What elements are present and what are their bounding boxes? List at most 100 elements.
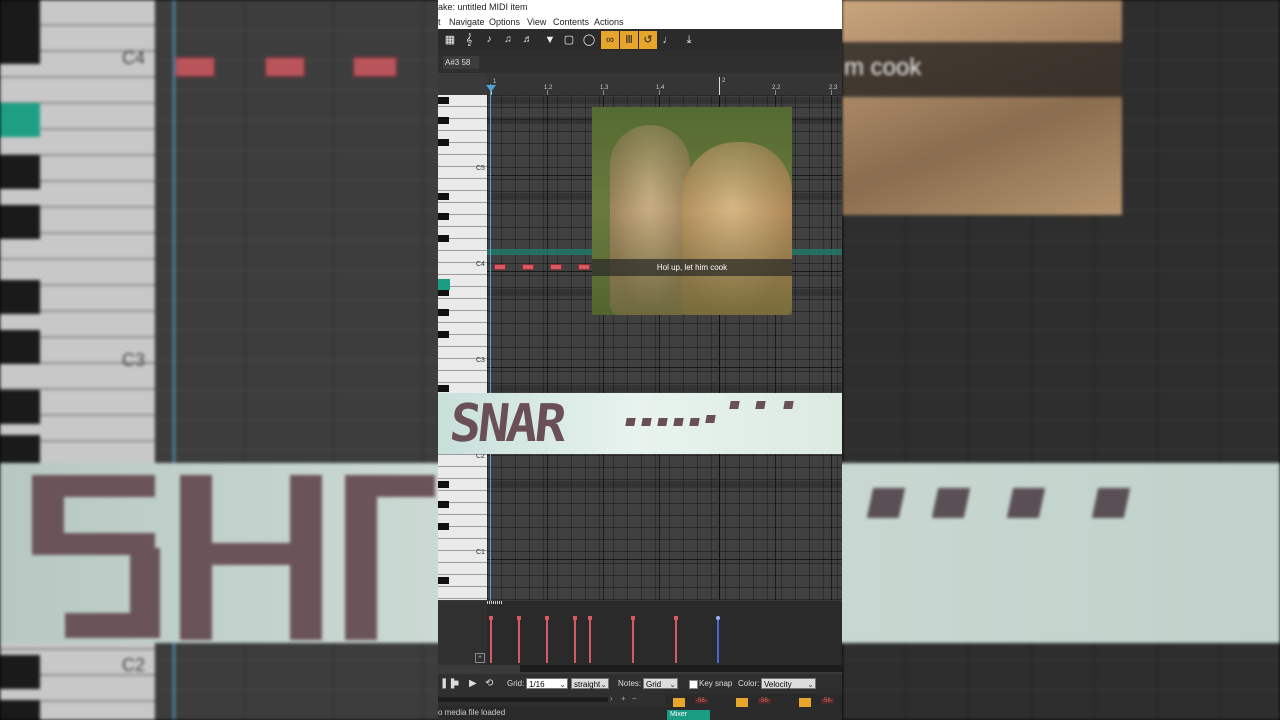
lane-add-icon[interactable]: + (475, 653, 485, 663)
bg-note (265, 57, 305, 77)
bg-caption-text: m cook (844, 54, 922, 81)
stop-icon[interactable]: ■ (453, 678, 459, 690)
notes-select[interactable]: Grid ⌄ (643, 678, 678, 689)
timeline-ruler[interactable]: 1 1.2 1.3 1.4 2 2.2 2.3 (487, 73, 842, 96)
zoom-out-icon[interactable]: − (632, 694, 637, 703)
bg-letter-part (345, 475, 377, 640)
mixer-panel: -56- -56- -56- Mixer (665, 694, 842, 720)
repeat-icon[interactable]: ⟲ (485, 678, 493, 690)
velocity-bar[interactable] (588, 616, 592, 663)
velocity-bar[interactable] (517, 616, 521, 663)
color-select[interactable]: Velocity ⌄ (761, 678, 816, 689)
play-icon[interactable]: ▶ (469, 678, 477, 690)
velocity-bar[interactable] (631, 616, 635, 663)
overlay-dot (673, 418, 684, 426)
swing-select[interactable]: straight ⌄ (571, 678, 609, 689)
ruler-tick (719, 77, 720, 95)
mixer-channel-button[interactable] (736, 698, 748, 707)
mixer-level-value: -56- (695, 698, 708, 704)
bg-letter-part (290, 475, 322, 640)
menu-item-view[interactable]: View (527, 15, 546, 29)
grid-value: 1/16 (529, 680, 545, 689)
mixer-tab[interactable]: Mixer (667, 710, 710, 720)
grid-icon[interactable]: ▦ (441, 31, 459, 49)
chevron-down-icon: ⌄ (600, 680, 607, 689)
black-key[interactable] (438, 117, 449, 124)
color-label: Color: (738, 679, 760, 688)
menu-item-options[interactable]: Options (489, 15, 520, 29)
note-erase-icon[interactable]: ♬ (519, 31, 537, 49)
menu-item-file[interactable]: t (438, 15, 441, 29)
midi-note[interactable] (550, 264, 562, 270)
velocity-bar[interactable] (489, 616, 493, 663)
menu-item-navigate[interactable]: Navigate (449, 15, 485, 29)
overlay-dot (783, 401, 794, 409)
ruler-label: 2 (722, 78, 726, 84)
midi-note[interactable] (522, 264, 534, 270)
black-key[interactable] (438, 501, 449, 508)
midi-note[interactable] (494, 264, 506, 270)
velocity-lane[interactable] (487, 601, 842, 665)
black-key[interactable] (438, 385, 449, 392)
mixer-tab-label: Mixer (670, 711, 688, 718)
note-icon[interactable]: ♪ (480, 31, 498, 49)
playhead-marker-icon[interactable] (486, 85, 496, 92)
chevron-down-icon: ⌄ (559, 680, 566, 689)
bg-note (353, 57, 397, 77)
loop-icon[interactable]: ◯ (580, 31, 598, 49)
black-key[interactable] (438, 289, 449, 296)
key-label-c1: C1 (476, 549, 485, 556)
black-key[interactable] (438, 577, 449, 584)
black-key[interactable] (438, 331, 449, 338)
velocity-bar[interactable] (573, 616, 577, 663)
velocity-bar-selected[interactable] (716, 616, 720, 663)
black-key[interactable] (438, 523, 449, 530)
download-icon[interactable]: ⤓ (680, 31, 698, 49)
meme-image: Hol up, let him cook (592, 107, 792, 315)
bg-key-label: C2 (122, 655, 146, 675)
arrow-right-icon[interactable]: › (610, 694, 613, 703)
step-icon[interactable]: ♩ (659, 31, 677, 49)
velocity-bar[interactable] (545, 616, 549, 663)
black-key[interactable] (438, 235, 449, 242)
overlay-dot (755, 401, 766, 409)
grid-select[interactable]: 1/16 ⌄ (526, 678, 568, 689)
black-key[interactable] (438, 309, 449, 316)
piano-keyboard[interactable]: C5 C4 C3 C2 C1 (438, 95, 487, 600)
zoom-in-icon[interactable]: + (621, 694, 626, 703)
key-icon[interactable]: 𝄞 (460, 31, 478, 49)
reverse-icon[interactable]: ↺ (639, 31, 657, 49)
velocity-bar[interactable] (674, 616, 678, 663)
bg-black-key (0, 700, 40, 720)
black-key[interactable] (438, 139, 449, 146)
midi-note[interactable] (578, 264, 590, 270)
black-key[interactable] (438, 481, 449, 488)
black-key[interactable] (438, 213, 449, 220)
menu-item-contents[interactable]: Contents (553, 15, 589, 29)
chord-icon[interactable]: ∞ (601, 31, 619, 49)
horizontal-scrollbar[interactable] (520, 665, 842, 672)
key-snap-checkbox[interactable] (689, 680, 698, 689)
key-label-c3: C3 (476, 357, 485, 364)
rectangle-icon[interactable]: ▢ (560, 31, 578, 49)
black-key[interactable] (438, 193, 449, 200)
menu-item-actions[interactable]: Actions (594, 15, 624, 29)
mixer-channel-button[interactable] (799, 698, 811, 707)
cc-lane-header[interactable]: + (438, 601, 487, 665)
playhead-cursor[interactable] (490, 84, 491, 604)
black-key[interactable] (438, 97, 449, 104)
bg-note (175, 57, 215, 77)
toolbar: ▦ 𝄞 ♪ ♫ ♬ ▼ ▢ ◯ ∞ Ⅲ ↺ ♩ ⤓ (438, 29, 842, 51)
position-scrollbar[interactable] (438, 697, 608, 702)
mixer-channel-button[interactable] (673, 698, 685, 707)
beat-line (831, 95, 832, 600)
snar-text: SNAR (446, 394, 567, 454)
lane-resize-handle[interactable] (487, 601, 503, 604)
grid-row (487, 481, 842, 488)
filter-icon[interactable]: ▼ (541, 31, 559, 49)
active-key-highlight (438, 279, 450, 290)
octave-line (487, 559, 842, 560)
bars-icon[interactable]: Ⅲ (620, 31, 638, 49)
note-insert-icon[interactable]: ♫ (499, 31, 517, 49)
bg-dot (931, 488, 971, 518)
